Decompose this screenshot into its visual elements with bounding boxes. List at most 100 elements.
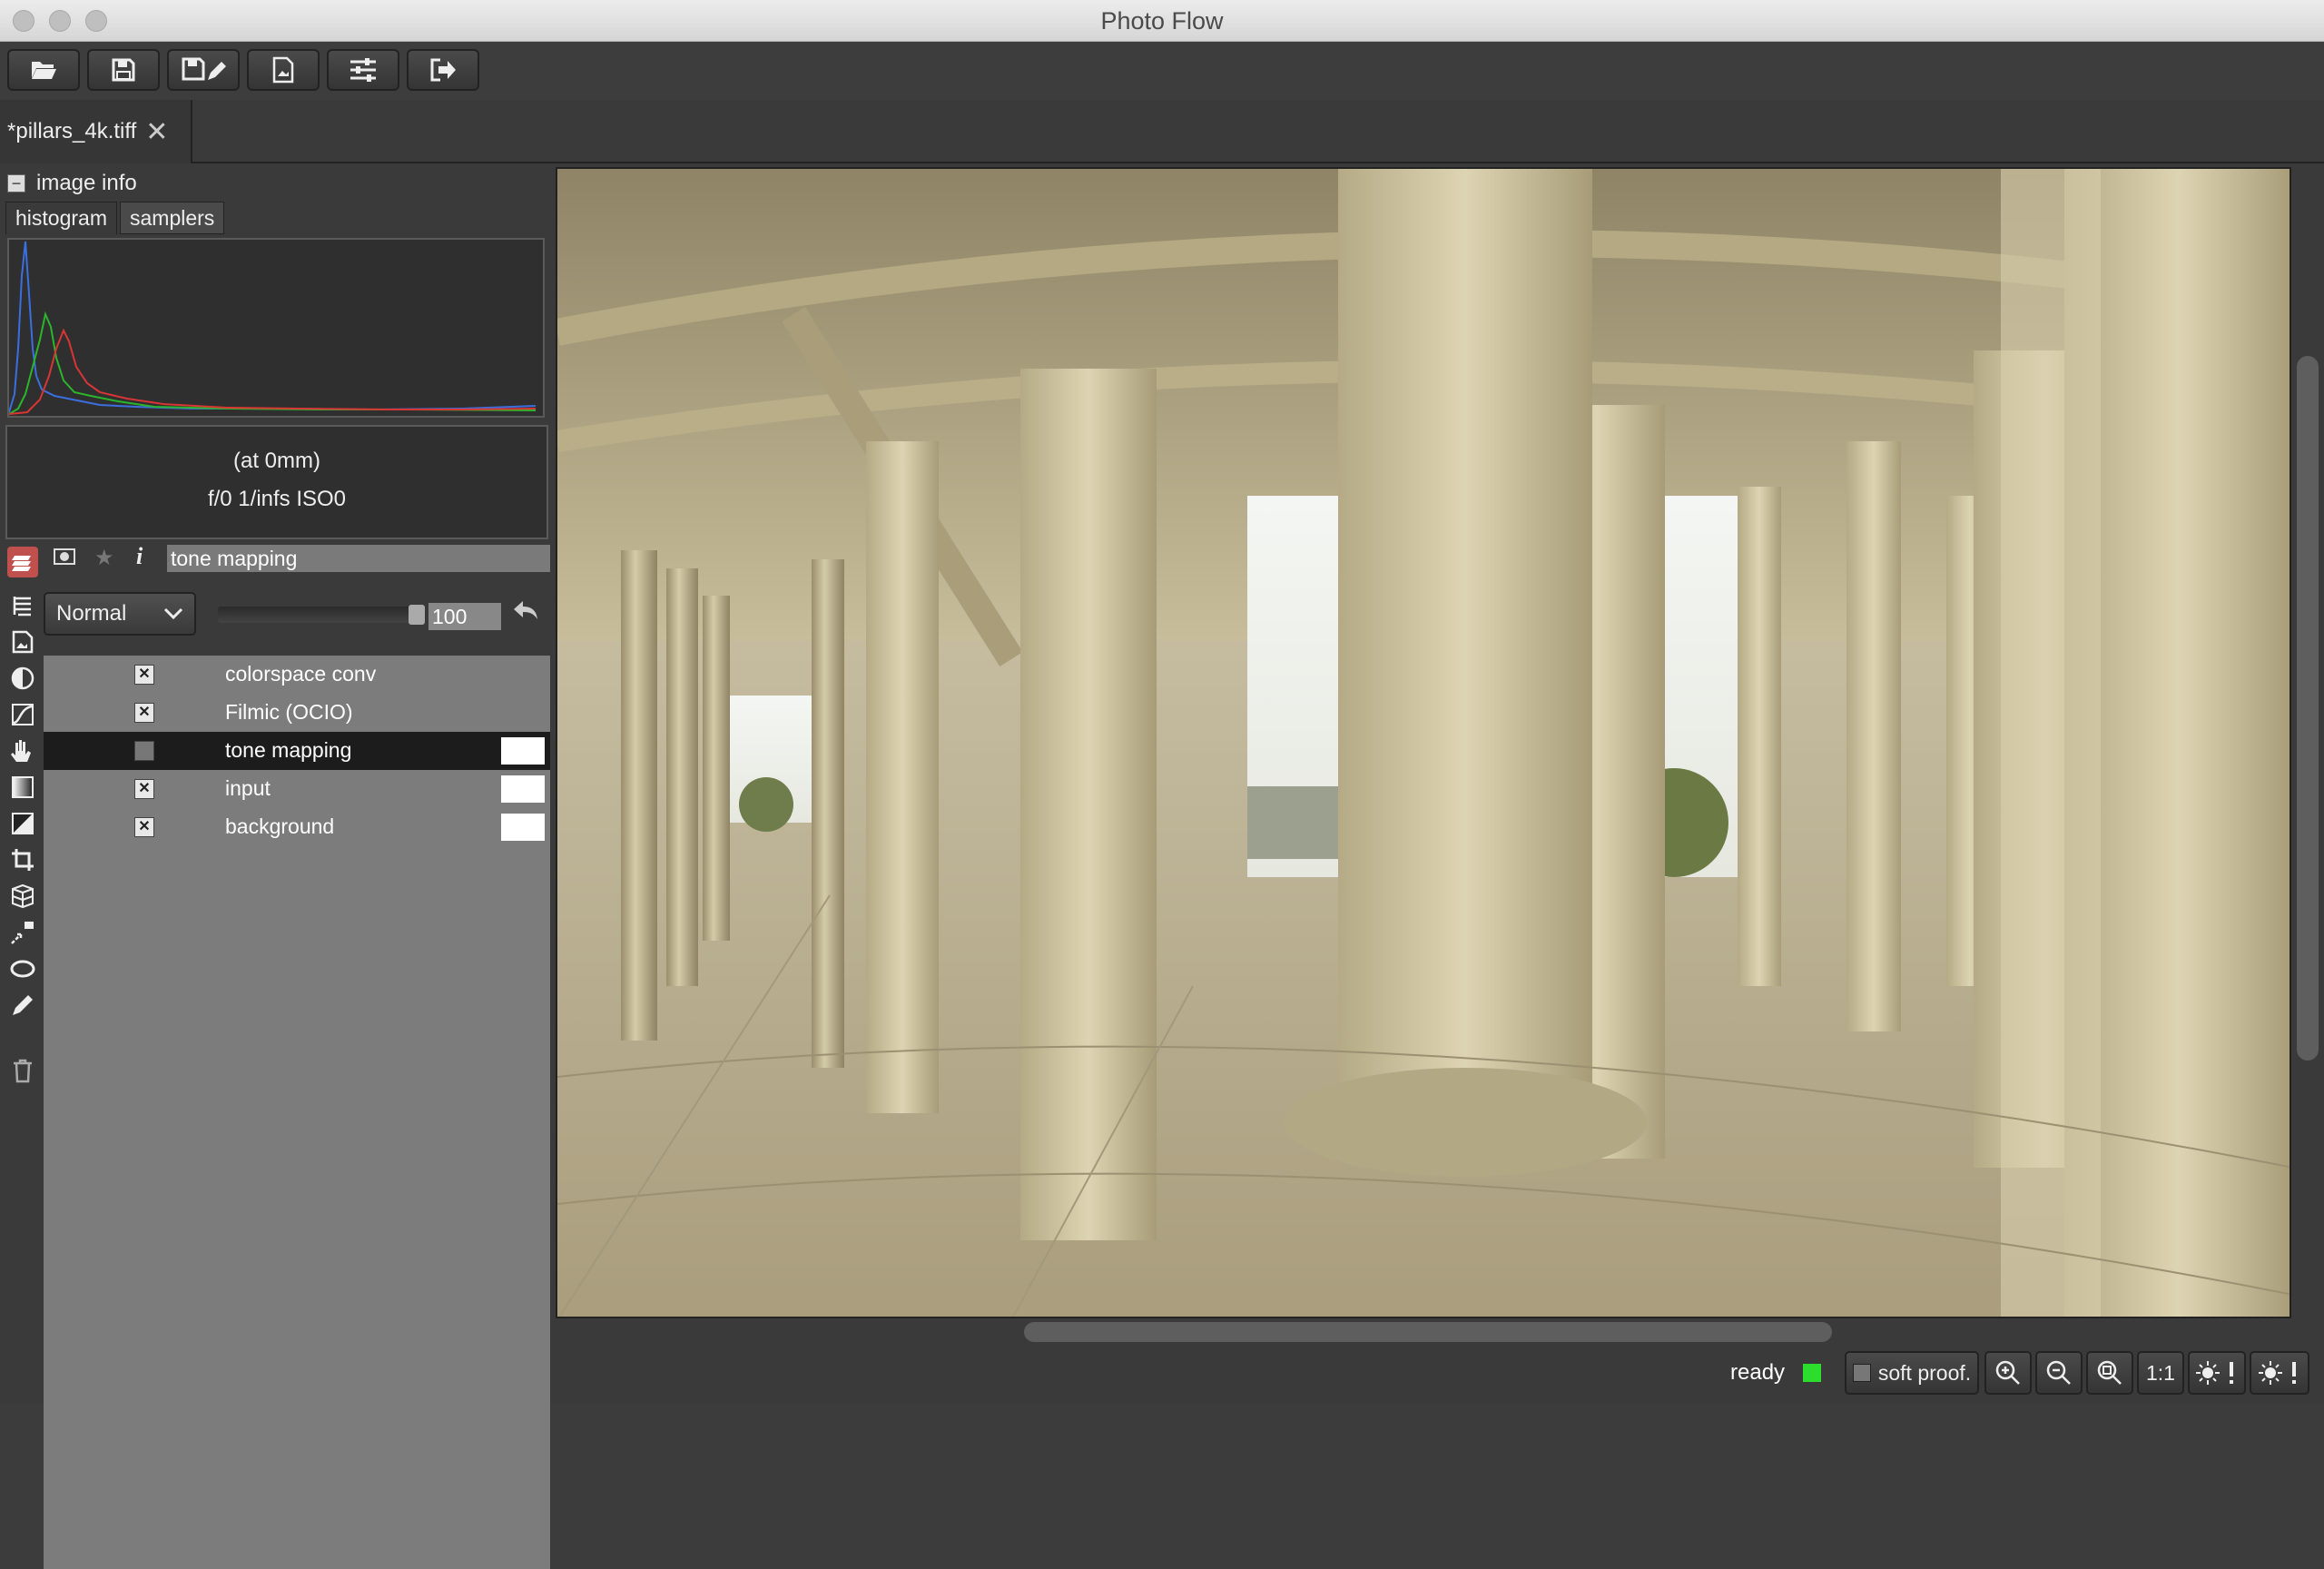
trash-icon[interactable] [7,1055,38,1086]
histogram-panel [7,238,545,418]
load-image-icon[interactable] [7,627,38,657]
highlights-warning-button[interactable] [2250,1351,2309,1395]
zoom-1-1-button[interactable]: 1:1 [2137,1351,2184,1395]
exposure-tool-icon[interactable] [7,663,38,694]
mask-visibility-icon[interactable] [53,547,76,571]
layer-enabled-checkbox[interactable] [134,741,154,761]
floppy-disk-pencil-icon [182,57,226,81]
list-item[interactable]: ✕ input [44,770,550,808]
layer-name: tone mapping [225,738,352,762]
layer-enabled-checkbox[interactable]: ✕ [134,703,154,723]
export-button[interactable] [247,49,320,91]
layer-tree-icon[interactable] [7,590,38,621]
settings-button[interactable] [327,49,399,91]
sun-warning-icon [2259,1361,2296,1385]
soft-proof-label: soft proof. [1877,1360,1972,1385]
zoom-in-icon [1995,1360,2020,1385]
status-text: ready [1730,1360,1786,1385]
document-tab[interactable]: *pillars_4k.tiff ✕ [0,100,192,163]
list-item[interactable]: tone mapping [44,732,550,770]
layer-name: colorspace conv [225,662,377,686]
main-toolbar [0,42,2324,100]
layer-enabled-checkbox[interactable]: ✕ [134,817,154,837]
brush-hand-icon[interactable] [7,735,38,766]
zoom-in-button[interactable] [1984,1351,2032,1395]
soft-proof-toggle[interactable]: soft proof. [1845,1351,1979,1395]
save-as-button[interactable] [167,49,240,91]
horizontal-scrollbar-thumb[interactable] [1024,1322,1832,1342]
pin-icon[interactable]: ★ [94,545,114,571]
folder-open-icon [32,62,56,79]
focal-length-text: (at 0mm) [233,449,320,473]
gradient-tool-icon[interactable] [7,772,38,803]
blend-mode-value: Normal [56,601,127,626]
document-tab-bar: *pillars_4k.tiff ✕ [0,100,2324,163]
zoom-fit-button[interactable] [2086,1351,2133,1395]
left-panel: − image info histogram samplers (at 0mm)… [0,165,552,1569]
list-item[interactable]: ✕ Filmic (OCIO) [44,694,550,732]
info-icon[interactable]: i [136,543,143,570]
export-image-icon [272,56,294,84]
window-title: Photo Flow [1100,7,1224,35]
blend-mode-select[interactable]: Normal [44,592,196,636]
opacity-slider[interactable] [218,605,425,625]
chevron-down-icon [163,607,183,620]
exposure-text: f/0 1/infs ISO0 [207,487,347,511]
exif-info-panel: (at 0mm) f/0 1/infs ISO0 [5,425,548,539]
open-button[interactable] [7,49,80,91]
crop-tool-icon[interactable] [7,844,38,875]
histogram-green-channel [8,311,537,415]
opacity-slider-handle[interactable] [409,605,425,625]
layer-enabled-checkbox[interactable]: ✕ [134,665,154,685]
levels-tool-icon[interactable] [7,808,38,839]
collapse-icon: − [7,174,25,192]
vertical-scrollbar-thumb[interactable] [2297,356,2319,1061]
layer-mask-thumbnail[interactable] [501,814,545,841]
layer-name: input [225,776,271,800]
sliders-icon [350,58,376,82]
layer-enabled-checkbox[interactable]: ✕ [134,779,154,799]
image-info-label: image info [36,171,137,195]
sun-warning-icon [2196,1361,2233,1385]
document-tab-label: *pillars_4k.tiff [7,119,137,143]
histogram-blue-channel [8,241,537,413]
close-icon[interactable]: ✕ [145,116,168,148]
draw-tool-icon[interactable] [7,990,38,1021]
histogram-graph [8,241,537,415]
image-info-expander[interactable]: − image info [7,171,137,196]
pillars-photo [557,169,2290,1317]
tab-samplers[interactable]: samplers [120,202,225,234]
list-item[interactable]: ✕ colorspace conv [44,656,550,694]
curves-tool-icon[interactable] [7,699,38,730]
save-button[interactable] [87,49,160,91]
layer-name: Filmic (OCIO) [225,700,353,724]
shadows-warning-button[interactable] [2188,1351,2246,1395]
layer-name-field[interactable]: tone mapping [167,545,550,572]
title-bar: Photo Flow [0,0,2324,42]
reset-opacity-icon[interactable] [512,599,539,630]
ellipse-mask-icon[interactable] [7,953,38,984]
image-preview[interactable] [556,167,2291,1318]
status-indicator [1803,1364,1821,1382]
exit-arrow-icon [430,58,456,82]
layer-header: ★ i tone mapping [44,539,552,576]
zoom-fit-icon [2097,1360,2122,1385]
histogram-red-channel [8,328,537,415]
exit-button[interactable] [407,49,479,91]
layers-view-icon[interactable] [7,547,38,577]
zoom-out-icon [2046,1360,2071,1385]
tab-histogram[interactable]: histogram [5,202,117,234]
layer-mask-thumbnail[interactable] [501,775,545,803]
clone-tool-icon[interactable] [7,917,38,948]
tool-column [0,543,44,1404]
opacity-input[interactable]: 100 [428,603,501,630]
zoom-out-button[interactable] [2035,1351,2083,1395]
layers-list: ✕ colorspace conv ✕ Filmic (OCIO) tone m… [44,656,550,1569]
layer-name: background [225,814,335,838]
perspective-tool-icon[interactable] [7,881,38,912]
soft-proof-checkbox[interactable] [1852,1364,1871,1382]
floppy-disk-icon [112,58,135,82]
app-window: Photo Flow *pillars_4k.tiff ✕ − image in… [0,0,2324,1569]
list-item[interactable]: ✕ background [44,808,550,846]
layer-mask-thumbnail[interactable] [501,737,545,765]
